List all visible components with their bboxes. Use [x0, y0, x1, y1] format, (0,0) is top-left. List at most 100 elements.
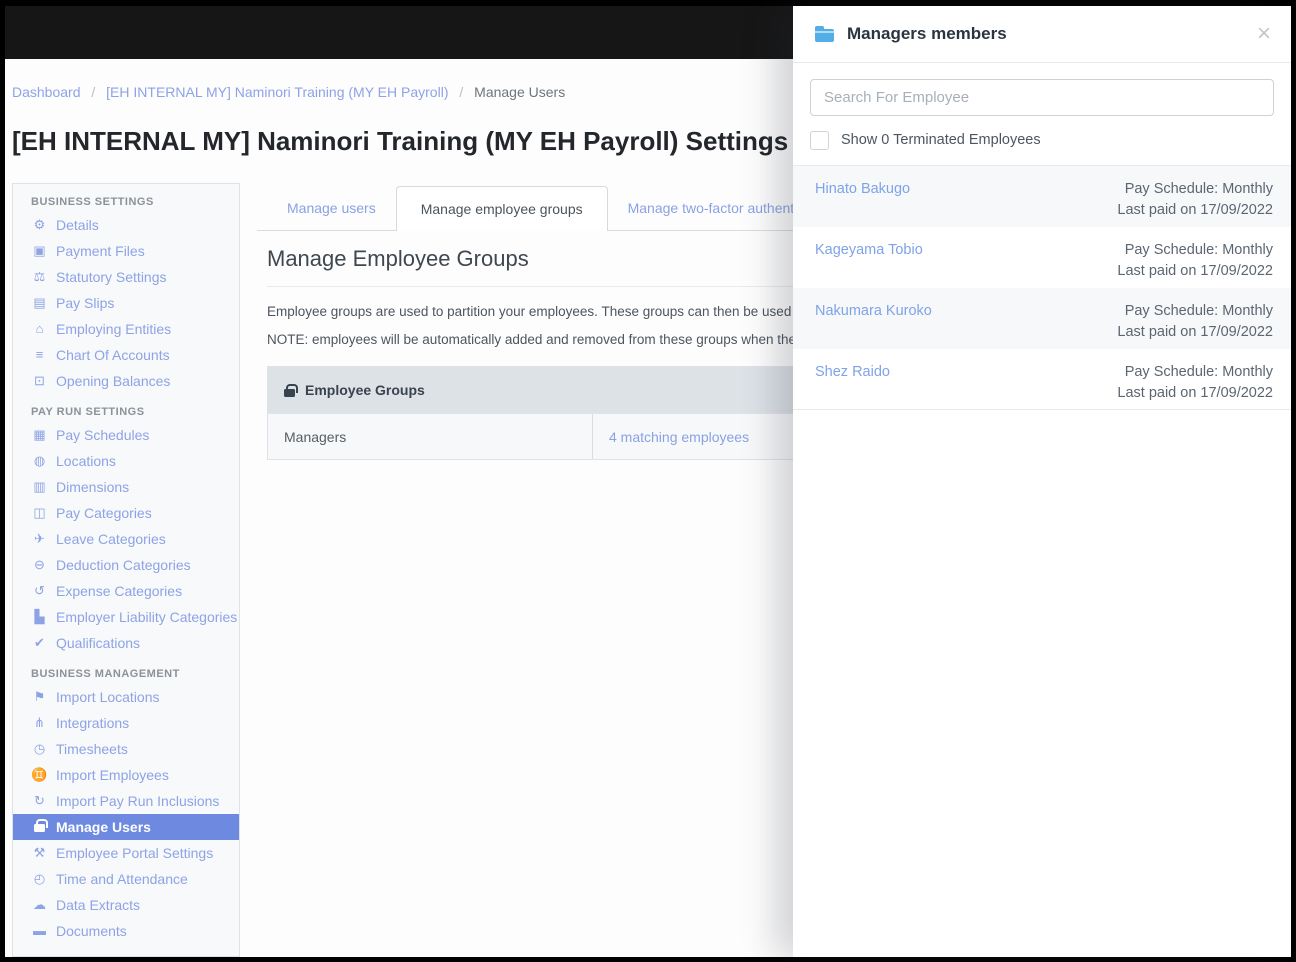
employee-meta: Pay Schedule: Monthly Last paid on 17/09…: [1117, 301, 1273, 349]
sidebar-item-import-employees[interactable]: ♊ Import Employees: [13, 762, 239, 788]
sidebar-item-label: Details: [56, 217, 99, 233]
sidebar-item-label: Statutory Settings: [56, 269, 167, 285]
sidebar-item-label: Pay Slips: [56, 295, 115, 311]
group-name-cell: Managers: [268, 414, 593, 459]
sidebar-item-label: Expense Categories: [56, 583, 183, 599]
sidebar-item-manage-users[interactable]: Manage Users: [13, 814, 239, 840]
folder-icon: ▬: [33, 923, 46, 938]
sidebar-item-pay-schedules[interactable]: ▦ Pay Schedules: [13, 422, 239, 448]
sidebar-item-leave-categories[interactable]: ✈ Leave Categories: [13, 526, 239, 552]
employee-meta: Pay Schedule: Monthly Last paid on 17/09…: [1117, 240, 1273, 288]
modal-title: Managers members: [847, 24, 1007, 43]
check-icon: ✔: [34, 635, 45, 650]
employee-row: Hinato Bakugo Pay Schedule: Monthly Last…: [793, 166, 1291, 227]
close-icon[interactable]: ×: [1257, 22, 1271, 46]
sidebar-item-pay-slips[interactable]: ▤ Pay Slips: [13, 290, 239, 316]
sidebar-item-statutory-settings[interactable]: ⚖ Statutory Settings: [13, 264, 239, 290]
tab-manage-users[interactable]: Manage users: [267, 186, 396, 230]
pay-schedule-text: Pay Schedule: Monthly: [1124, 364, 1273, 380]
map-pin-icon: ⚑: [33, 689, 46, 704]
sidebar-item-label: Dimensions: [56, 479, 130, 495]
refresh-icon: ↻: [34, 793, 45, 808]
sidebar-item-employer-liability-categories[interactable]: ▙ Employer Liability Categories: [13, 604, 239, 630]
balances-icon: ⊡: [34, 373, 45, 388]
area-chart-icon: ▙: [34, 609, 45, 624]
sidebar-item-label: Deduction Categories: [56, 557, 191, 573]
sidebar-item-label: Time and Attendance: [56, 871, 188, 887]
clock-icon: ◷: [33, 741, 46, 756]
sidebar-item-label: Employer Liability Categories: [56, 609, 238, 625]
breadcrumb-current: Manage Users: [474, 84, 566, 100]
employee-row: Shez Raido Pay Schedule: Monthly Last pa…: [793, 349, 1291, 410]
sidebar-item-label: Payment Files: [56, 243, 145, 259]
employee-name-link[interactable]: Shez Raido: [815, 362, 890, 409]
sidebar-item-integrations[interactable]: ⋔ Integrations: [13, 710, 239, 736]
sidebar-item-timesheets[interactable]: ◷ Timesheets: [13, 736, 239, 762]
sidebar-item-employing-entities[interactable]: ⌂ Employing Entities: [13, 316, 239, 342]
sidebar-item-label: Pay Schedules: [56, 427, 150, 443]
terminated-checkbox[interactable]: [810, 130, 829, 150]
sidebar-item-qualifications[interactable]: ✔ Qualifications: [13, 630, 239, 656]
matching-employees-link[interactable]: 4 matching employees: [609, 429, 749, 445]
folder-icon: [815, 26, 834, 42]
sidebar-section-business-management: BUSINESS MANAGEMENT: [31, 668, 180, 680]
breadcrumb-business[interactable]: [EH INTERNAL MY] Naminori Training (MY E…: [106, 84, 448, 100]
sidebar-item-label: Import Locations: [56, 689, 160, 705]
settings-sidebar: BUSINESS SETTINGS ⚙ Details ▣ Payment File…: [12, 183, 240, 957]
sidebar-item-label: Integrations: [56, 715, 130, 731]
sidebar-section-pay-run-settings: PAY RUN SETTINGS: [31, 406, 145, 418]
plane-icon: ✈: [34, 531, 45, 546]
money-icon: ◫: [33, 505, 46, 520]
search-input[interactable]: [810, 79, 1274, 116]
last-paid-text: Last paid on 17/09/2022: [1117, 324, 1273, 340]
sidebar-item-data-extracts[interactable]: ☁ Data Extracts: [13, 892, 239, 918]
sidebar-item-label: Qualifications: [56, 635, 141, 651]
sidebar-item-time-and-attendance[interactable]: ◴ Time and Attendance: [13, 866, 239, 892]
sidebar-item-employee-portal-settings[interactable]: ⚒ Employee Portal Settings: [13, 840, 239, 866]
sidebar-item-locations[interactable]: ◍ Locations: [13, 448, 239, 474]
employee-name-link[interactable]: Kageyama Tobio: [815, 240, 923, 288]
employee-row: Kageyama Tobio Pay Schedule: Monthly Las…: [793, 227, 1291, 288]
sidebar-item-label: Chart Of Accounts: [56, 347, 170, 363]
panel-header-label: Employee Groups: [305, 382, 425, 398]
sidebar-item-label: Opening Balances: [56, 373, 171, 389]
sidebar-item-label: Timesheets: [56, 741, 128, 757]
employee-name-link[interactable]: Nakumara Kuroko: [815, 301, 932, 349]
sidebar-item-import-locations[interactable]: ⚑ Import Locations: [13, 684, 239, 710]
calendar-icon: ▦: [33, 427, 46, 442]
sidebar-item-pay-categories[interactable]: ◫ Pay Categories: [13, 500, 239, 526]
breadcrumb-dashboard[interactable]: Dashboard: [12, 84, 81, 100]
sidebar-item-deduction-categories[interactable]: ⊖ Deduction Categories: [13, 552, 239, 578]
sidebar-item-payment-files[interactable]: ▣ Payment Files: [13, 238, 239, 264]
sidebar-item-dimensions[interactable]: ▥ Dimensions: [13, 474, 239, 500]
sidebar-item-expense-categories[interactable]: ↺ Expense Categories: [13, 578, 239, 604]
tab-manage-employee-groups[interactable]: Manage employee groups: [395, 186, 608, 231]
dollar-refresh-icon: ↺: [34, 583, 45, 598]
bar-chart-icon: ▥: [33, 479, 46, 494]
last-paid-text: Last paid on 17/09/2022: [1117, 202, 1273, 218]
gear-icon: ⚙: [33, 217, 46, 232]
sidebar-item-opening-balances[interactable]: ⊡ Opening Balances: [13, 368, 239, 394]
sidebar-item-documents[interactable]: ▬ Documents: [13, 918, 239, 944]
managers-members-modal: Managers members × Show 0 Terminated Emp…: [793, 6, 1291, 957]
terminated-checkbox-label: Show 0 Terminated Employees: [841, 132, 1041, 148]
sidebar-item-label: Documents: [56, 923, 127, 939]
modal-header: Managers members ×: [793, 6, 1291, 63]
sidebar-item-import-pay-run-inclusions[interactable]: ↻ Import Pay Run Inclusions: [13, 788, 239, 814]
clock-person-icon: ◴: [33, 871, 46, 886]
last-paid-text: Last paid on 17/09/2022: [1117, 385, 1273, 401]
lock-icon: [284, 383, 298, 397]
breadcrumb: Dashboard / [EH INTERNAL MY] Naminori Tr…: [12, 84, 565, 100]
employee-name-link[interactable]: Hinato Bakugo: [815, 179, 910, 227]
document-icon: ▤: [33, 295, 46, 310]
sidebar-item-chart-of-accounts[interactable]: ≡ Chart Of Accounts: [13, 342, 239, 368]
sidebar-item-label: Locations: [56, 453, 116, 469]
minus-circle-icon: ⊖: [34, 557, 45, 572]
employee-meta: Pay Schedule: Monthly Last paid on 17/09…: [1117, 179, 1273, 227]
sidebar-item-label: Import Employees: [56, 767, 169, 783]
cloud-download-icon: ☁: [33, 897, 46, 912]
pay-schedule-text: Pay Schedule: Monthly: [1124, 181, 1273, 197]
terminated-checkbox-row: Show 0 Terminated Employees: [810, 128, 1274, 152]
sidebar-item-details[interactable]: ⚙ Details: [13, 212, 239, 238]
sidebar-section-business-settings: BUSINESS SETTINGS: [31, 196, 154, 208]
